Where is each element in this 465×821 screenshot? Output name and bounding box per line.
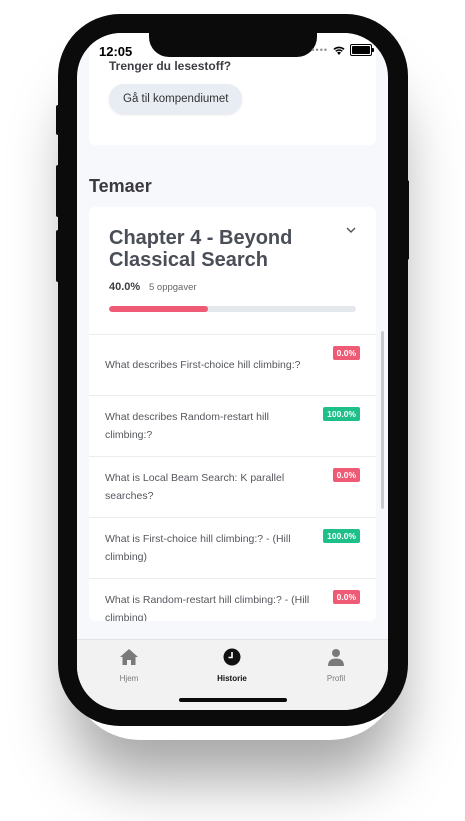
question-text: What is Local Beam Search: K parallel se… <box>105 472 285 502</box>
home-icon <box>120 649 138 665</box>
tab-home[interactable]: Hjem <box>89 648 169 683</box>
list-item[interactable]: What is Random-restart hill climbing:? -… <box>89 578 376 621</box>
score-badge: 0.0% <box>332 468 360 482</box>
progress-fill <box>109 306 208 312</box>
list-item[interactable]: What describes Random-restart hill climb… <box>89 395 376 456</box>
scrollbar[interactable] <box>381 331 384 509</box>
task-count: 5 oppgaver <box>149 282 197 293</box>
score-badge: 100.0% <box>323 529 360 543</box>
status-time: 12:05 <box>99 44 133 59</box>
wifi-icon <box>333 46 345 55</box>
app-screen: 12:05 •••• Trenger du lesestoff? Gå til … <box>77 33 388 710</box>
list-item[interactable]: What is Local Beam Search: K parallel se… <box>89 456 376 517</box>
question-list: What describes First-choice hill climbin… <box>89 334 376 621</box>
question-text: What describes Random-restart hill climb… <box>105 411 269 441</box>
chapter-title[interactable]: Chapter 4 - Beyond Classical Search <box>109 227 339 271</box>
progress-percent: 40.0% <box>109 281 141 293</box>
list-item[interactable]: What describes First-choice hill climbin… <box>89 334 376 395</box>
compendium-button[interactable]: Gå til kompendiumet <box>109 84 243 114</box>
score-badge: 0.0% <box>332 590 360 604</box>
list-item[interactable]: What is First-choice hill climbing:? - (… <box>89 517 376 578</box>
signal-icon: •••• <box>311 45 328 55</box>
chapter-card: Chapter 4 - Beyond Classical Search 40.0… <box>89 207 376 621</box>
section-title: Temaer <box>89 176 152 196</box>
reading-question: Trenger du lesestoff? <box>109 59 232 73</box>
question-text: What is First-choice hill climbing:? - (… <box>105 533 291 563</box>
tab-label: Historie <box>217 674 247 683</box>
question-text: What describes First-choice hill climbin… <box>105 359 301 371</box>
progress-bar <box>109 306 356 312</box>
tab-label: Profil <box>326 674 346 683</box>
tab-history[interactable]: Historie <box>192 648 272 683</box>
tab-label: Hjem <box>119 674 139 683</box>
home-indicator <box>179 698 287 702</box>
notch <box>149 33 317 57</box>
status-icons: •••• <box>311 44 374 56</box>
question-text: What is Random-restart hill climbing:? -… <box>105 594 310 621</box>
score-badge: 0.0% <box>332 346 360 360</box>
chevron-down-icon[interactable] <box>346 227 356 233</box>
score-badge: 100.0% <box>323 407 360 421</box>
clock-icon <box>223 648 241 666</box>
tab-profile[interactable]: Profil <box>296 648 376 683</box>
battery-icon <box>350 44 374 56</box>
person-icon <box>328 649 344 666</box>
